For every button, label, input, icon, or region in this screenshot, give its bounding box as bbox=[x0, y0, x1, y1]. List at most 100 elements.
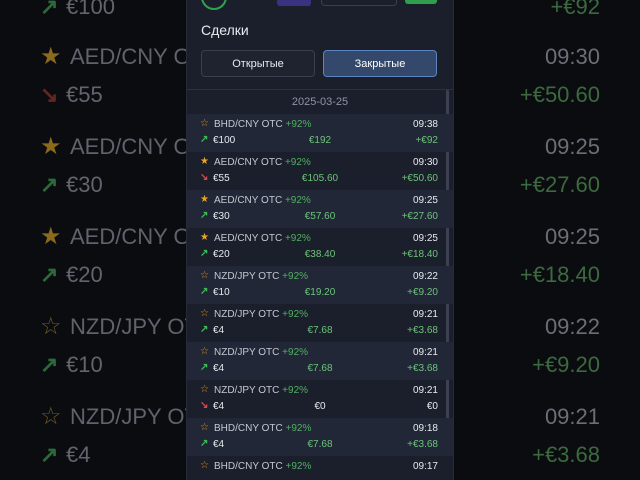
bg-time: 09:25 bbox=[544, 224, 600, 249]
trade-pair-name: NZD/JPY OTC bbox=[214, 271, 280, 282]
trade-row[interactable]: ★ AED/CNY OTC +92% 09:25 ↗ €30 €57.60 +€27.60 bbox=[187, 190, 453, 228]
trade-row[interactable]: ☆ NZD/JPY OTC +92% 09:21 ↗ €4 €7.68 +€3.68 bbox=[187, 304, 453, 342]
bg-profit: +€3.68 bbox=[532, 442, 600, 467]
trade-profit: +€3.68 bbox=[407, 325, 438, 336]
panel-title: Сделки bbox=[201, 22, 249, 38]
status-circle-icon[interactable] bbox=[201, 0, 227, 10]
trade-pair-name: AED/CNY OTC bbox=[214, 195, 283, 206]
trade-time: 09:25 bbox=[412, 195, 438, 206]
trade-time: 09:17 bbox=[412, 461, 438, 472]
trade-row[interactable]: ☆ BHD/CNY OTC +92% 09:18 ↗ €4 €7.68 +€3.68 bbox=[187, 418, 453, 456]
favorite-star-icon[interactable]: ★ bbox=[200, 232, 209, 243]
trade-profit: +€27.60 bbox=[401, 211, 438, 222]
trade-row[interactable]: ☆ BHD/CNY OTC +92% 09:17 bbox=[187, 456, 453, 480]
bg-profit: +€92 bbox=[550, 0, 600, 19]
bg-profit: +€9.20 bbox=[532, 352, 600, 377]
favorite-star-icon: ☆ bbox=[40, 313, 62, 340]
top-toolbar-partial bbox=[187, 0, 453, 10]
favorite-star-icon: ★ bbox=[40, 133, 62, 160]
trade-percent: +92% bbox=[282, 271, 309, 282]
bg-amount: €20 bbox=[66, 262, 103, 287]
trade-row[interactable]: ☆ NZD/JPY OTC +92% 09:22 ↗ €10 €19.20 +€9.20 bbox=[187, 266, 453, 304]
trades-tabs: Открытые Закрытые bbox=[201, 50, 439, 78]
tab-open[interactable]: Открытые bbox=[201, 50, 315, 77]
trade-pair-name: AED/CNY OTC bbox=[214, 233, 283, 244]
arrow-up-icon: ↗ bbox=[40, 0, 59, 19]
account-badge[interactable] bbox=[277, 0, 311, 6]
trade-pair: AED/CNY OTC +92% bbox=[214, 195, 311, 206]
trade-profit: +€9.20 bbox=[407, 287, 438, 298]
trade-pair: AED/CNY OTC +92% bbox=[214, 233, 311, 244]
trade-row[interactable]: ☆ BHD/CNY OTC +92% 09:38 ↗ €100 €192 +€92 bbox=[187, 114, 453, 152]
top-input-field[interactable] bbox=[321, 0, 397, 6]
trade-pair-name: BHD/CNY OTC bbox=[214, 119, 283, 130]
trade-time: 09:38 bbox=[412, 119, 438, 130]
trade-row[interactable]: ★ AED/CNY OTC +92% 09:30 ↘ €55 €105.60 +€50.60 bbox=[187, 152, 453, 190]
favorite-star-icon[interactable]: ★ bbox=[200, 156, 209, 167]
bg-amount: €30 bbox=[66, 172, 103, 197]
trade-profit: €0 bbox=[426, 401, 438, 412]
bg-amount: €100 bbox=[66, 0, 115, 19]
bg-time: 09:25 bbox=[544, 134, 600, 159]
bg-profit: +€27.60 bbox=[519, 172, 600, 197]
trade-pair-name: BHD/CNY OTC bbox=[214, 423, 283, 434]
arrow-up-icon: ↗ bbox=[40, 262, 59, 287]
trade-pair: BHD/CNY OTC +92% bbox=[214, 119, 311, 130]
trade-percent: +92% bbox=[282, 385, 309, 396]
trade-row[interactable]: ☆ NZD/JPY OTC +92% 09:21 ↗ €4 €7.68 +€3.68 bbox=[187, 342, 453, 380]
trade-pair-name: AED/CNY OTC bbox=[214, 157, 283, 168]
trade-time: 09:25 bbox=[412, 233, 438, 244]
bg-amount: €10 bbox=[66, 352, 103, 377]
bg-time: 09:21 bbox=[544, 404, 600, 429]
trade-pair-name: NZD/JPY OTC bbox=[214, 309, 280, 320]
trade-time: 09:30 bbox=[412, 157, 438, 168]
trade-time: 09:18 bbox=[412, 423, 438, 434]
trade-pair-name: NZD/JPY OTC bbox=[214, 385, 280, 396]
favorite-star-icon: ☆ bbox=[40, 403, 62, 430]
trade-percent: +92% bbox=[284, 195, 311, 206]
top-action-button[interactable] bbox=[405, 0, 437, 4]
trade-profit: +€3.68 bbox=[407, 439, 438, 450]
favorite-star-icon: ★ bbox=[40, 43, 62, 70]
trade-list: ☆ BHD/CNY OTC +92% 09:38 ↗ €100 €192 +€92 ★ AED/… bbox=[187, 114, 453, 480]
trade-percent: +92% bbox=[284, 233, 311, 244]
bg-time: 09:30 bbox=[544, 44, 600, 69]
bg-time: 09:22 bbox=[544, 314, 600, 339]
favorite-star-icon: ★ bbox=[40, 223, 62, 250]
trade-profit: +€18.40 bbox=[401, 249, 438, 260]
favorite-star-icon[interactable]: ☆ bbox=[200, 384, 209, 395]
trade-profit: +€3.68 bbox=[407, 363, 438, 374]
trade-time: 09:21 bbox=[412, 385, 438, 396]
trade-percent: +92% bbox=[285, 461, 312, 472]
favorite-star-icon[interactable]: ☆ bbox=[200, 346, 209, 357]
trade-profit: +€50.60 bbox=[401, 173, 438, 184]
trade-profit: +€92 bbox=[415, 135, 438, 146]
trade-payout: €192 bbox=[308, 135, 332, 146]
trade-pair: NZD/JPY OTC +92% bbox=[214, 271, 308, 282]
trade-pair: NZD/JPY OTC +92% bbox=[214, 385, 308, 396]
trade-percent: +92% bbox=[285, 119, 312, 130]
divider bbox=[187, 89, 453, 90]
arrow-down-icon: ↘ bbox=[40, 82, 59, 107]
trade-pair: NZD/JPY OTC +92% bbox=[214, 309, 308, 320]
favorite-star-icon[interactable]: ☆ bbox=[200, 422, 209, 433]
trade-payout: €0 bbox=[314, 401, 326, 412]
bg-amount: €4 bbox=[66, 442, 91, 467]
trade-pair: NZD/JPY OTC +92% bbox=[214, 347, 308, 358]
trade-row[interactable]: ☆ NZD/JPY OTC +92% 09:21 ↘ €4 €0 €0 bbox=[187, 380, 453, 418]
trade-row[interactable]: ★ AED/CNY OTC +92% 09:25 ↗ €20 €38.40 +€18.40 bbox=[187, 228, 453, 266]
favorite-star-icon[interactable]: ☆ bbox=[200, 308, 209, 319]
trade-percent: +92% bbox=[282, 309, 309, 320]
favorite-star-icon[interactable]: ☆ bbox=[200, 460, 209, 471]
favorite-star-icon[interactable]: ☆ bbox=[200, 270, 209, 281]
arrow-up-icon: ↗ bbox=[40, 442, 59, 467]
trade-time: 09:21 bbox=[412, 309, 438, 320]
trade-pair: AED/CNY OTC +92% bbox=[214, 157, 311, 168]
trade-pair: BHD/CNY OTC +92% bbox=[214, 423, 311, 434]
trade-pair-name: BHD/CNY OTC bbox=[214, 461, 283, 472]
favorite-star-icon[interactable]: ★ bbox=[200, 194, 209, 205]
bg-profit: +€18.40 bbox=[519, 262, 600, 287]
favorite-star-icon[interactable]: ☆ bbox=[200, 118, 209, 129]
trade-time: 09:21 bbox=[412, 347, 438, 358]
tab-closed[interactable]: Закрытые bbox=[323, 50, 437, 77]
